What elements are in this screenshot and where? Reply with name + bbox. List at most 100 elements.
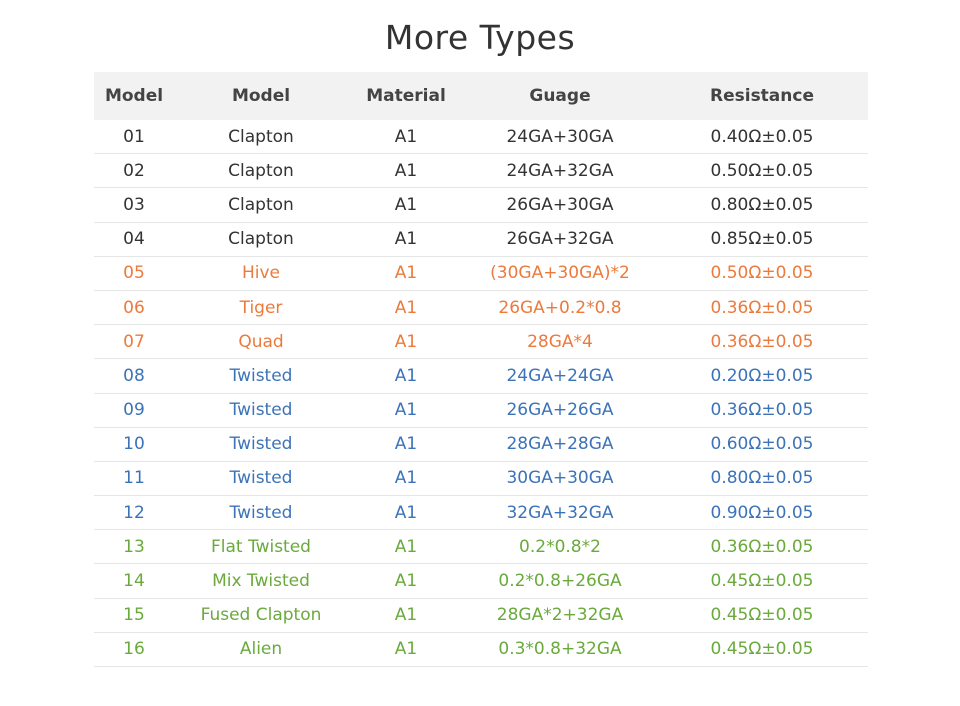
- cell-resistance: 0.45Ω±0.05: [710, 639, 814, 660]
- cell-material: A1: [394, 468, 418, 489]
- cell-model: Clapton: [228, 160, 294, 181]
- cell-model: Twisted: [229, 434, 293, 455]
- cell-model-number: 11: [123, 468, 145, 489]
- table-body: 01 Clapton A1 24GA+30GA 0.40Ω±0.05 02 Clapton A…: [94, 120, 868, 667]
- table-row: 10 Twisted A1 28GA+28GA 0.60Ω±0.05: [94, 428, 868, 462]
- cell-gauge: 28GA+28GA: [506, 434, 614, 455]
- cell-model: Twisted: [229, 400, 293, 421]
- cell-model-number: 08: [123, 365, 145, 386]
- cell-material: A1: [394, 365, 418, 386]
- cell-gauge: 0.2*0.8+26GA: [498, 571, 622, 592]
- cell-model-number: 14: [123, 571, 145, 592]
- cell-model: Twisted: [229, 502, 293, 523]
- cell-resistance: 0.36Ω±0.05: [710, 400, 814, 421]
- cell-gauge: 26GA+0.2*0.8: [498, 297, 622, 318]
- cell-model-number: 16: [123, 639, 145, 660]
- cell-resistance: 0.36Ω±0.05: [710, 536, 814, 557]
- table-row: 01 Clapton A1 24GA+30GA 0.40Ω±0.05: [94, 120, 868, 155]
- cell-model: Twisted: [229, 468, 293, 489]
- cell-model: Twisted: [229, 365, 293, 386]
- cell-resistance: 0.45Ω±0.05: [710, 605, 814, 626]
- cell-model-number: 02: [123, 160, 145, 181]
- cell-resistance: 0.90Ω±0.05: [710, 502, 814, 523]
- cell-material: A1: [394, 126, 418, 147]
- cell-model: Tiger: [239, 297, 283, 318]
- cell-model-number: 06: [123, 297, 145, 318]
- cell-model: Clapton: [228, 229, 294, 250]
- cell-resistance: 0.40Ω±0.05: [710, 126, 814, 147]
- cell-material: A1: [394, 331, 418, 352]
- cell-material: A1: [394, 434, 418, 455]
- table-row: 05 Hive A1 (30GA+30GA)*2 0.50Ω±0.05: [94, 257, 868, 291]
- page-title: More Types: [384, 18, 576, 57]
- cell-material: A1: [394, 297, 418, 318]
- cell-gauge: 26GA+26GA: [506, 400, 614, 421]
- cell-material: A1: [394, 263, 418, 284]
- cell-model-number: 09: [123, 400, 145, 421]
- cell-resistance: 0.85Ω±0.05: [710, 229, 814, 250]
- cell-model: Alien: [239, 639, 283, 660]
- cell-material: A1: [394, 502, 418, 523]
- table-row: 14 Mix Twisted A1 0.2*0.8+26GA 0.45Ω±0.05: [94, 564, 868, 599]
- cell-model: Quad: [238, 331, 284, 352]
- cell-model-number: 13: [123, 536, 145, 557]
- cell-gauge: 24GA+24GA: [506, 365, 614, 386]
- cell-model-number: 15: [123, 605, 145, 626]
- table-header-row: Model Model Material Guage Resistance: [94, 72, 868, 120]
- table-row: 13 Flat Twisted A1 0.2*0.8*2 0.36Ω±0.05: [94, 530, 868, 565]
- cell-gauge: 24GA+30GA: [506, 126, 614, 147]
- cell-model-number: 03: [123, 194, 145, 215]
- cell-resistance: 0.80Ω±0.05: [710, 468, 814, 489]
- table-row: 12 Twisted A1 32GA+32GA 0.90Ω±0.05: [94, 496, 868, 531]
- cell-material: A1: [394, 400, 418, 421]
- cell-gauge: 32GA+32GA: [506, 502, 614, 523]
- cell-model-number: 10: [123, 434, 145, 455]
- cell-model-number: 01: [123, 126, 145, 147]
- cell-gauge: 0.3*0.8+32GA: [498, 639, 622, 660]
- cell-resistance: 0.50Ω±0.05: [710, 263, 814, 284]
- table-row: 08 Twisted A1 24GA+24GA 0.20Ω±0.05: [94, 359, 868, 394]
- table-row: 02 Clapton A1 24GA+32GA 0.50Ω±0.05: [94, 154, 868, 189]
- header-model-number: Model: [104, 86, 164, 106]
- header-material: Material: [366, 86, 446, 106]
- cell-material: A1: [394, 229, 418, 250]
- cell-gauge: 26GA+32GA: [506, 229, 614, 250]
- cell-model-number: 12: [123, 502, 145, 523]
- cell-gauge: 0.2*0.8*2: [519, 536, 601, 557]
- cell-model: Mix Twisted: [212, 571, 310, 592]
- cell-resistance: 0.60Ω±0.05: [710, 434, 814, 455]
- cell-material: A1: [394, 605, 418, 626]
- table-row: 03 Clapton A1 26GA+30GA 0.80Ω±0.05: [94, 188, 868, 223]
- header-resistance: Resistance: [710, 86, 814, 106]
- cell-material: A1: [394, 639, 418, 660]
- cell-model: Clapton: [228, 194, 294, 215]
- cell-material: A1: [394, 571, 418, 592]
- cell-gauge: 28GA*2+32GA: [496, 605, 624, 626]
- table-row: 07 Quad A1 28GA*4 0.36Ω±0.05: [94, 325, 868, 360]
- header-gauge: Guage: [529, 86, 591, 106]
- cell-material: A1: [394, 536, 418, 557]
- cell-gauge: 26GA+30GA: [506, 194, 614, 215]
- table-row: 06 Tiger A1 26GA+0.2*0.8 0.36Ω±0.05: [94, 291, 868, 326]
- cell-resistance: 0.20Ω±0.05: [710, 365, 814, 386]
- cell-resistance: 0.36Ω±0.05: [710, 331, 814, 352]
- cell-resistance: 0.50Ω±0.05: [710, 160, 814, 181]
- cell-gauge: 28GA*4: [527, 331, 593, 352]
- cell-model-number: 05: [123, 263, 145, 284]
- coil-types-table: Model Model Material Guage Resistance 01…: [94, 72, 868, 667]
- cell-gauge: 30GA+30GA: [506, 468, 614, 489]
- cell-model: Hive: [241, 263, 281, 284]
- table-row: 16 Alien A1 0.3*0.8+32GA 0.45Ω±0.05: [94, 633, 868, 667]
- cell-model-number: 07: [123, 331, 145, 352]
- page: More Types Model Model Material Guage Re…: [0, 0, 960, 706]
- header-model: Model: [231, 86, 291, 106]
- table-row: 11 Twisted A1 30GA+30GA 0.80Ω±0.05: [94, 462, 868, 497]
- cell-model: Fused Clapton: [200, 605, 322, 626]
- cell-resistance: 0.45Ω±0.05: [710, 571, 814, 592]
- table-row: 04 Clapton A1 26GA+32GA 0.85Ω±0.05: [94, 223, 868, 257]
- cell-model: Flat Twisted: [211, 536, 311, 557]
- cell-material: A1: [394, 194, 418, 215]
- cell-resistance: 0.36Ω±0.05: [710, 297, 814, 318]
- cell-gauge: 24GA+32GA: [506, 160, 614, 181]
- table-row: 09 Twisted A1 26GA+26GA 0.36Ω±0.05: [94, 394, 868, 428]
